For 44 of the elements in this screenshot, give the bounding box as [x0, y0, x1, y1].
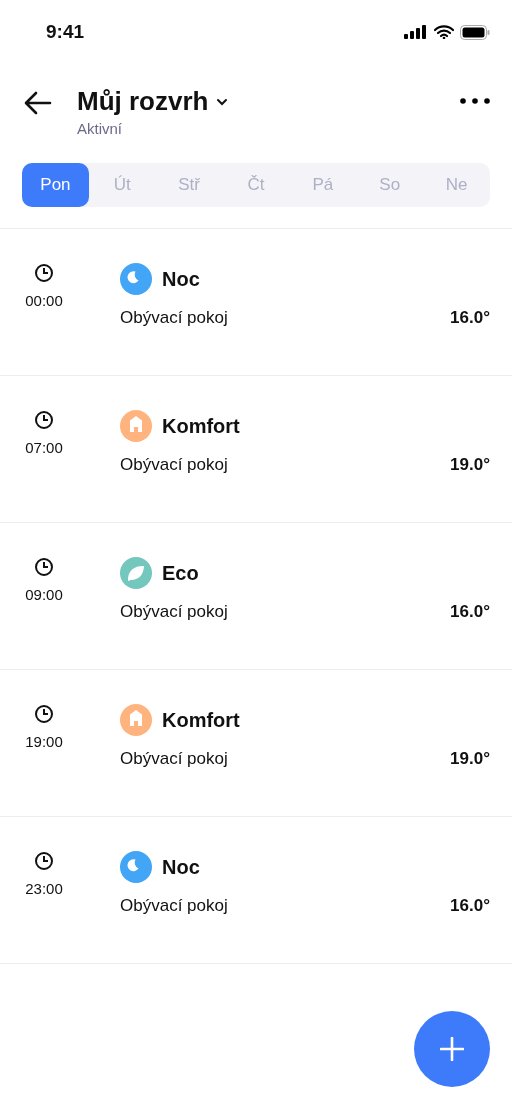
more-button[interactable]: [460, 98, 490, 104]
day-tab[interactable]: Čt: [222, 163, 290, 207]
mode-name: Komfort: [162, 708, 240, 732]
time-label: 09:00: [25, 586, 63, 603]
temperature-value: 19.0°: [450, 749, 490, 769]
clock-icon: [34, 704, 54, 724]
signal-icon: [404, 25, 428, 39]
clock-icon: [34, 263, 54, 283]
time-label: 19:00: [25, 733, 63, 750]
room-name: Obývací pokoj: [120, 455, 228, 475]
temperature-value: 16.0°: [450, 308, 490, 328]
temperature-value: 16.0°: [450, 896, 490, 916]
mode-name: Noc: [162, 267, 200, 291]
mode-name: Komfort: [162, 414, 240, 438]
back-arrow-icon: [24, 91, 52, 115]
battery-icon: [460, 24, 490, 40]
plus-icon: [440, 1037, 464, 1061]
status-time: 9:41: [46, 21, 85, 43]
day-tab[interactable]: Ne: [423, 163, 490, 207]
room-name: Obývací pokoj: [120, 308, 228, 328]
temperature-value: 16.0°: [450, 602, 490, 622]
day-tab[interactable]: Út: [88, 163, 156, 207]
clock-icon: [34, 410, 54, 430]
room-name: Obývací pokoj: [120, 896, 228, 916]
day-tab[interactable]: So: [356, 163, 424, 207]
screen-title: Můj rozvrh: [77, 86, 209, 117]
mode-name: Noc: [162, 855, 200, 879]
day-tab[interactable]: Stř: [155, 163, 223, 207]
mode-name: Eco: [162, 561, 199, 585]
back-button[interactable]: [24, 91, 52, 115]
day-tab[interactable]: Pon: [22, 163, 89, 207]
time-label: 00:00: [25, 292, 63, 309]
clock-icon: [34, 851, 54, 871]
wifi-icon: [434, 25, 454, 39]
time-label: 23:00: [25, 880, 63, 897]
day-tab[interactable]: Pá: [289, 163, 357, 207]
chevron-down-icon[interactable]: [216, 97, 229, 106]
temperature-value: 19.0°: [450, 455, 490, 475]
status-subtitle: Aktivní: [77, 120, 122, 137]
room-name: Obývací pokoj: [120, 602, 228, 622]
time-label: 07:00: [25, 439, 63, 456]
room-name: Obývací pokoj: [120, 749, 228, 769]
clock-icon: [34, 557, 54, 577]
more-dots-icon: [460, 98, 490, 104]
